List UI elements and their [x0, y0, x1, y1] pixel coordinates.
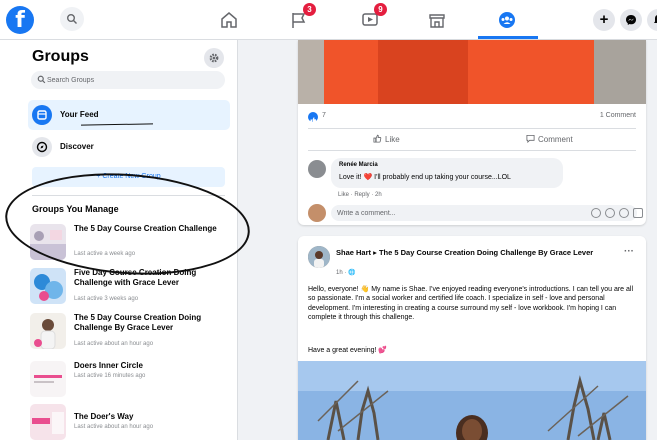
group-item[interactable]: The Doer's Way Last active about an hour…: [30, 404, 230, 440]
group-item[interactable]: Five Day Course Creation Doing Challenge…: [30, 268, 230, 306]
like-reaction-icon: [308, 112, 318, 123]
sidebar-title: Groups: [32, 48, 89, 65]
comment-count[interactable]: 1 Comment: [600, 112, 636, 119]
group-thumbnail: [30, 404, 66, 440]
group-activity: Last active 3 weeks ago: [74, 296, 139, 302]
group-item[interactable]: Doers Inner Circle Last active 16 minute…: [30, 361, 230, 399]
comment-actions[interactable]: Like · Reply · 2h: [338, 192, 382, 198]
group-thumbnail: [30, 361, 66, 397]
post-photo[interactable]: [298, 361, 646, 440]
settings-button[interactable]: [204, 48, 224, 68]
camera-icon[interactable]: [605, 208, 615, 218]
group-activity: Last active a week ago: [74, 251, 136, 257]
thumbs-up-icon: [373, 134, 382, 143]
divider: [308, 150, 636, 151]
divider: [32, 195, 225, 196]
watch-tab[interactable]: 9: [355, 3, 387, 34]
sidebar-item-discover[interactable]: Discover: [28, 132, 230, 162]
pages-notification-badge: 3: [303, 3, 316, 16]
comment-button[interactable]: Comment: [526, 134, 573, 144]
group-item[interactable]: The 5 Day Course Creation Doing Challeng…: [30, 313, 230, 351]
write-comment-input[interactable]: [337, 205, 557, 221]
gif-icon[interactable]: [619, 208, 629, 218]
create-button[interactable]: +: [593, 9, 615, 31]
group-item[interactable]: The 5 Day Course Creation Challenge Last…: [30, 224, 230, 262]
post-sign-off: Have a great evening! 💕: [308, 347, 388, 354]
feed-post: 7 1 Comment Like Comment Renée Marcia Lo…: [298, 40, 646, 225]
store-icon: [429, 14, 445, 28]
sidebar-item-label: Your Feed: [60, 110, 99, 119]
watch-notification-badge: 9: [374, 3, 387, 16]
groups-tab[interactable]: [492, 6, 522, 34]
group-name: The 5 Day Course Creation Challenge: [74, 224, 217, 233]
group-activity: Last active about an hour ago: [74, 341, 154, 347]
compass-icon: [32, 137, 52, 157]
marketplace-tab[interactable]: [422, 6, 452, 34]
sidebar-item-your-feed[interactable]: Your Feed: [28, 100, 230, 130]
like-button[interactable]: Like: [373, 134, 400, 144]
comment-text: Love it! ❤️ I'll probably end up taking …: [339, 174, 511, 181]
write-comment-box[interactable]: [331, 205, 643, 221]
search-groups-input[interactable]: [47, 71, 217, 89]
group-activity: Last active about an hour ago: [74, 424, 154, 430]
pages-tab[interactable]: 3: [284, 3, 316, 34]
gear-icon: [209, 53, 219, 63]
groups-icon: [499, 12, 515, 28]
groups-sidebar: Groups Your Feed Discover + Create New G…: [0, 40, 254, 440]
group-activity: Last active 16 minutes ago: [74, 373, 146, 379]
group-thumbnail: [30, 268, 66, 304]
post-photo[interactable]: [298, 40, 646, 104]
group-thumbnail: [30, 224, 66, 260]
post-author[interactable]: Shae Hart ▸ The 5 Day Course Creation Do…: [336, 248, 616, 257]
comment-bubble: Renée Marcia Love it! ❤️ I'll probably e…: [331, 158, 563, 188]
more-options-button[interactable]: ···: [624, 246, 634, 257]
group-name: Five Day Course Creation Doing Challenge…: [74, 268, 197, 287]
messenger-icon: [626, 15, 636, 25]
section-heading: Groups You Manage: [32, 204, 119, 214]
emoji-icon[interactable]: [591, 208, 601, 218]
user-avatar: [308, 204, 326, 222]
like-label: Like: [385, 135, 400, 144]
commenter-avatar[interactable]: [308, 160, 326, 178]
top-navigation-bar: f 3 9 +: [0, 0, 657, 40]
search-groups-field[interactable]: [31, 71, 225, 89]
search-icon: [37, 75, 46, 84]
feed-icon: [32, 105, 52, 125]
post-timestamp[interactable]: 1h · 🌐: [336, 269, 355, 276]
comment-author[interactable]: Renée Marcia: [339, 162, 378, 168]
facebook-logo[interactable]: f: [6, 6, 34, 34]
divider: [308, 128, 636, 129]
reaction-count[interactable]: 7: [322, 112, 326, 119]
sticker-icon[interactable]: [633, 208, 643, 218]
search-icon: [67, 14, 77, 24]
home-tab[interactable]: [214, 6, 244, 34]
sidebar-item-label: Discover: [60, 142, 94, 151]
group-name: The Doer's Way: [74, 412, 134, 421]
create-new-group-button[interactable]: + Create New Group: [32, 167, 225, 187]
notifications-button[interactable]: [647, 9, 657, 31]
comment-label: Comment: [538, 135, 573, 144]
comment-icon: [526, 134, 535, 144]
feed-post: Shae Hart ▸ The 5 Day Course Creation Do…: [298, 236, 646, 440]
group-thumbnail: [30, 313, 66, 349]
active-tab-indicator: [478, 36, 538, 39]
group-name: Doers Inner Circle: [74, 361, 143, 370]
home-icon: [221, 12, 237, 28]
search-button[interactable]: [60, 7, 84, 31]
post-text: Hello, everyone! 👋 My name is Shae. I've…: [308, 286, 634, 321]
bell-icon: [654, 15, 657, 23]
messenger-button[interactable]: [620, 9, 642, 31]
author-avatar[interactable]: [308, 246, 330, 268]
group-name: The 5 Day Course Creation Doing Challeng…: [74, 313, 202, 332]
